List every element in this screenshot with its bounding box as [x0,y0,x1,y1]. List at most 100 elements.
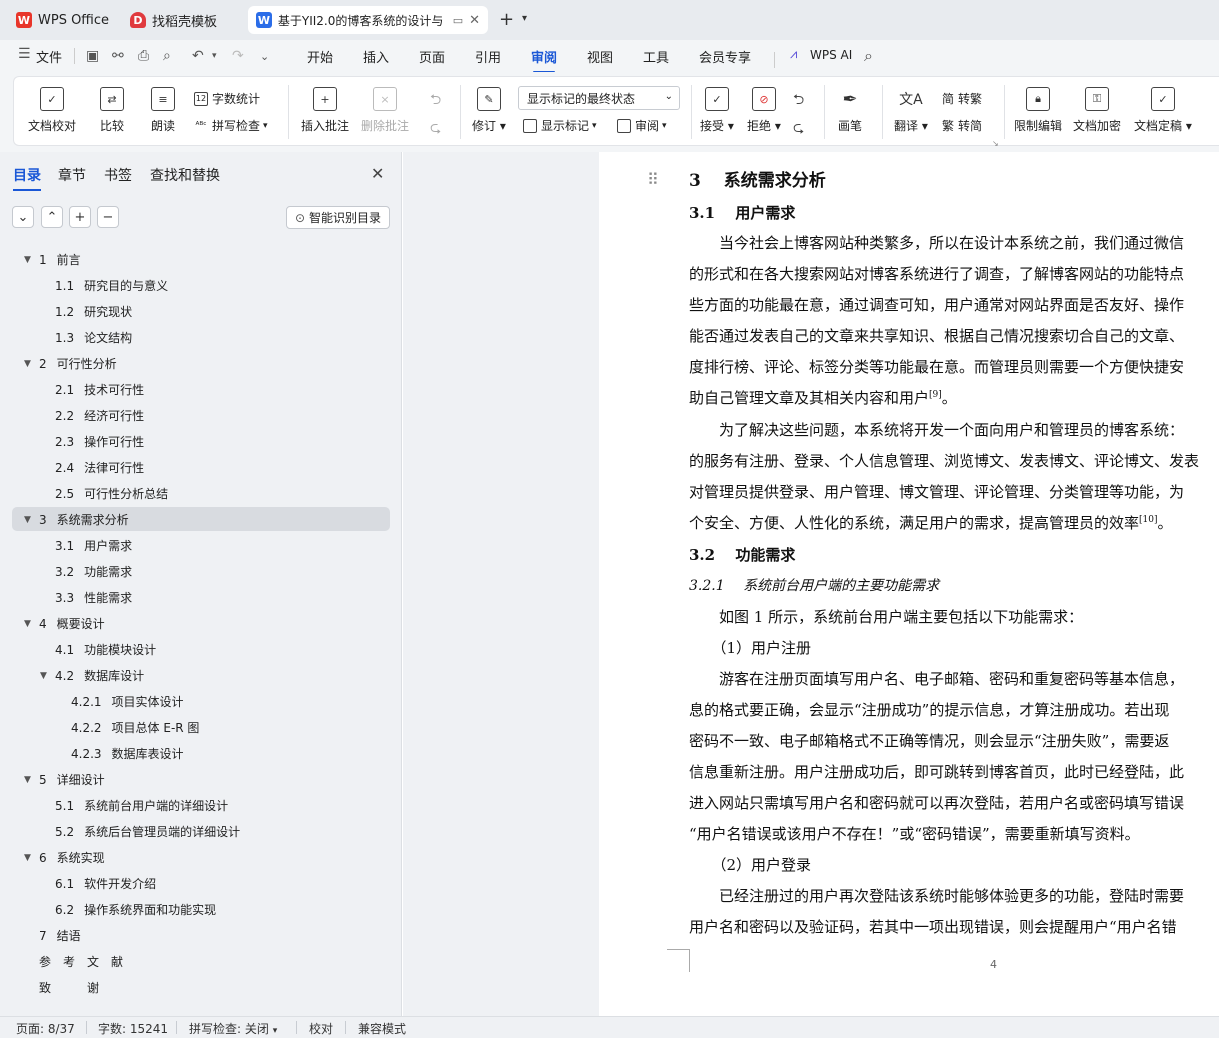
panel-tab-toc[interactable]: 目录 [13,165,41,191]
wps-ai-button[interactable]: WPS AI [810,48,852,62]
reject-button[interactable]: ⊘ 拒绝 ▾ [747,87,781,134]
toc-item[interactable]: 致 谢 [39,975,99,1001]
panel-tab-bookmarks[interactable]: 书签 [104,165,132,185]
translate-button[interactable]: 文A 翻译 ▾ [894,87,928,134]
toc-item[interactable]: 5.2 系统后台管理员端的详细设计 [55,819,240,845]
add-level-button[interactable]: + [69,206,91,228]
menu-tools[interactable]: 工具 [643,47,669,66]
wps-ai-logo-icon[interactable]: ⩘ [790,47,797,62]
citation[interactable]: [9] [929,390,942,400]
spell-check-button[interactable]: ᴬᴮᶜ 拼写检查 ▾ [194,117,267,134]
caret-down-icon[interactable]: ▼ [24,247,31,273]
hamburger-icon[interactable]: ☰ [18,46,31,62]
tab-docer-templates[interactable]: D 找稻壳模板 [122,6,244,34]
toc-item[interactable]: ▼ 4.2 数据库设计 [40,663,144,689]
menu-page[interactable]: 页面 [419,47,445,66]
revise-button[interactable]: ✎ 修订 ▾ [472,87,506,134]
collapse-all-button[interactable]: ⌄ [12,206,34,228]
save-icon[interactable]: ▣ [86,48,99,64]
menu-member[interactable]: 会员专享 [699,47,751,66]
print-preview-icon[interactable]: ⌕ [163,48,171,64]
menu-review[interactable]: 审阅 [531,47,557,73]
toc-item[interactable]: 4.2.1 项目实体设计 [71,689,184,715]
review-pane-button[interactable]: 审阅 ▾ [617,117,667,134]
caret-down-icon[interactable]: ▼ [24,351,31,377]
prev-comment-icon[interactable]: ⮌ [430,89,441,113]
menu-references[interactable]: 引用 [475,47,501,66]
toc-item[interactable]: 6.2 操作系统界面和功能实现 [55,897,216,923]
toc-item[interactable]: 2.5 可行性分析总结 [55,481,168,507]
accept-button[interactable]: ✓ 接受 ▾ [700,87,734,134]
more-icon[interactable]: ⌄ [260,50,269,63]
menu-start[interactable]: 开始 [307,47,333,66]
tab-wps-office[interactable]: W WPS Office [8,6,120,34]
spell-check-status[interactable]: 拼写检查: 关闭 ▾ [189,1020,277,1037]
monitor-icon[interactable]: ▭ [453,14,463,27]
share-icon[interactable]: ⚯ [112,48,124,64]
menu-insert[interactable]: 插入 [363,47,389,66]
toc-item[interactable]: ▼ 4 概要设计 [24,611,105,637]
search-icon[interactable]: ⌕ [864,46,873,66]
drag-handle-icon[interactable]: ⠿ [647,170,659,189]
delete-comment-button[interactable]: × 删除批注 [361,87,409,134]
toc-item[interactable]: 2.1 技术可行性 [55,377,144,403]
remove-level-button[interactable]: − [97,206,119,228]
toc-item[interactable]: 5.1 系统前台用户端的详细设计 [55,793,228,819]
toc-item[interactable]: ▼ 2 可行性分析 [24,351,117,377]
expand-up-button[interactable]: ⌃ [41,206,63,228]
read-aloud-button[interactable]: ≡ 朗读 [151,87,175,134]
close-icon[interactable]: ✕ [371,164,384,183]
redo-icon[interactable]: ↷ [232,48,244,64]
toc-item[interactable]: 1.1 研究目的与意义 [55,273,168,299]
proof-status[interactable]: 校对 [309,1020,333,1037]
caret-down-icon[interactable]: ▼ [24,845,31,871]
undo-icon[interactable]: ↶ [192,48,204,64]
word-count-button[interactable]: 12 字数统计 [194,90,260,107]
finalize-button[interactable]: ✓ 文档定稿 ▾ [1134,87,1192,134]
toc-item[interactable]: 2.2 经济可行性 [55,403,144,429]
to-traditional-button[interactable]: 简 转繁 [942,90,982,107]
citation[interactable]: [10] [1139,515,1157,525]
toc-item[interactable]: 1.2 研究现状 [55,299,132,325]
to-simplified-button[interactable]: 繁 转简 [942,117,982,134]
insert-comment-button[interactable]: + 插入批注 [301,87,349,134]
caret-down-icon[interactable]: ▼ [40,663,47,689]
show-markup-button[interactable]: 显示标记 ▾ [523,117,597,134]
smart-toc-button[interactable]: ⊙ 智能识别目录 [286,206,390,229]
next-comment-icon[interactable]: ⮎ [430,117,441,141]
toc-item[interactable]: 4.2.2 项目总体 E-R 图 [71,715,199,741]
compare-button[interactable]: ⇄ 比较 [100,87,124,134]
restrict-edit-button[interactable]: 🔒︎ 限制编辑 [1014,87,1062,134]
toc-item[interactable]: ▼ 1 前言 [24,247,81,273]
tab-document[interactable]: W 基于YII2.0的博客系统的设计与 ▭ ✕ [248,6,488,34]
toc-item[interactable]: 2.3 操作可行性 [55,429,144,455]
next-change-icon[interactable]: ⮎ [793,117,804,141]
new-tab-icon[interactable]: + [499,9,514,30]
chevron-down-icon[interactable]: ▾ [522,13,527,24]
toc-item[interactable]: 7 结语 [39,923,81,949]
toc-item[interactable]: 4.1 功能模块设计 [55,637,156,663]
page-indicator[interactable]: 页面: 8/37 [16,1020,75,1037]
panel-tab-find-replace[interactable]: 查找和替换 [150,165,220,185]
menu-view[interactable]: 视图 [587,47,613,66]
pen-button[interactable]: ✒ 画笔 [838,87,862,134]
toc-item[interactable]: 1.3 论文结构 [55,325,132,351]
toc-item[interactable]: 3.3 性能需求 [55,585,132,611]
doc-proof-button[interactable]: ✓ 文档校对 [28,87,76,134]
close-icon[interactable]: ✕ [469,13,480,28]
caret-down-icon[interactable]: ▼ [24,611,31,637]
toc-item[interactable]: 2.4 法律可行性 [55,455,144,481]
markup-state-select[interactable]: 显示标记的最终状态 ⌄ [518,86,680,110]
caret-down-icon[interactable]: ▼ [24,767,31,793]
toc-item[interactable]: ▼ 6 系统实现 [24,845,105,871]
toc-item[interactable]: 6.1 软件开发介绍 [55,871,156,897]
toc-item[interactable]: 3.1 用户需求 [55,533,132,559]
prev-change-icon[interactable]: ⮌ [793,89,804,113]
encrypt-button[interactable]: ⚿ 文档加密 [1073,87,1121,134]
panel-tab-chapters[interactable]: 章节 [58,165,86,185]
toc-item[interactable]: ▼ 5 详细设计 [24,767,105,793]
caret-down-icon[interactable]: ▼ [24,507,31,533]
toc-item[interactable]: 4.2.3 数据库表设计 [71,741,184,767]
file-menu[interactable]: 文件 [36,47,62,66]
toc-item[interactable]: ▼ 3 系统需求分析 [24,507,129,533]
